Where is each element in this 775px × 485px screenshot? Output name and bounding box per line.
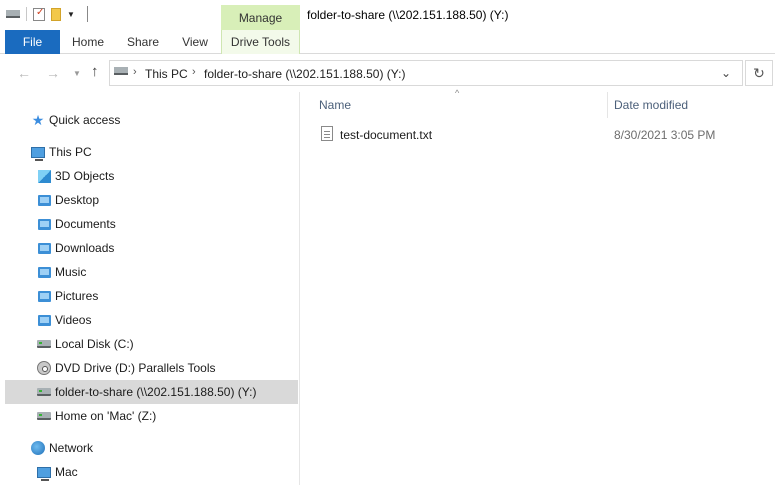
folder-icon <box>36 264 52 280</box>
folder-icon <box>36 192 52 208</box>
folder-icon <box>36 240 52 256</box>
text-file-icon <box>321 126 333 141</box>
computer-icon <box>30 144 46 161</box>
refresh-icon: ↻ <box>753 65 765 81</box>
customize-caret-icon[interactable]: ▼ <box>67 10 75 19</box>
star-icon: ★ <box>31 112 45 128</box>
computer-icon <box>36 464 52 481</box>
column-header-date-modified[interactable]: Date modified <box>614 98 688 112</box>
nav-dvd-drive[interactable]: DVD Drive (D:) Parallels Tools <box>36 356 215 380</box>
ribbon-tabs: File Home Share View Drive Tools <box>0 30 775 54</box>
address-box[interactable]: › This PC › folder-to-share (\\202.151.1… <box>109 60 743 86</box>
nav-label: Downloads <box>55 241 115 255</box>
tab-share[interactable]: Share <box>122 30 164 54</box>
folder-icon <box>36 312 52 328</box>
tab-home[interactable]: Home <box>66 30 110 54</box>
file-list-pane: ^ Name Date modified test-document.txt 8… <box>301 88 775 485</box>
tab-view[interactable]: View <box>176 30 214 54</box>
window-title: folder-to-share (\\202.151.188.50) (Y:) <box>307 8 509 22</box>
hard-drive-icon <box>36 336 52 352</box>
nav-label: Documents <box>55 217 116 231</box>
file-name: test-document.txt <box>340 128 433 142</box>
nav-music[interactable]: Music <box>36 260 86 284</box>
quick-access-toolbar: ✓ ▼ <box>6 6 88 22</box>
nav-quick-access[interactable]: ★ Quick access <box>30 108 121 132</box>
manage-context-tab[interactable]: Manage <box>221 5 300 30</box>
network-drive-icon <box>114 67 128 75</box>
tab-drive-tools[interactable]: Drive Tools <box>221 30 300 54</box>
back-arrow-icon[interactable]: ← <box>17 65 31 81</box>
nav-local-disk[interactable]: Local Disk (C:) <box>36 332 134 356</box>
file-row[interactable]: test-document.txt 8/30/2021 3:05 PM <box>319 126 759 146</box>
nav-label: Desktop <box>55 193 100 207</box>
navigation-pane: ★ Quick access This PC 3D Objects Deskto… <box>0 92 300 485</box>
nav-this-pc[interactable]: This PC <box>30 140 92 164</box>
address-history-chevron-icon[interactable]: ⌄ <box>721 66 731 80</box>
properties-icon[interactable]: ✓ <box>33 7 45 21</box>
toolbar-divider <box>26 7 27 21</box>
sort-up-caret-icon: ^ <box>455 88 460 98</box>
nav-label: DVD Drive (D:) Parallels Tools <box>55 361 216 375</box>
up-arrow-icon[interactable]: ↑ <box>91 63 99 80</box>
toolbar-end-divider <box>86 6 88 22</box>
nav-network-mac[interactable]: Mac <box>36 460 78 484</box>
forward-arrow-icon[interactable]: → <box>46 65 60 81</box>
column-header-name[interactable]: Name <box>319 98 351 112</box>
breadcrumb-current-folder[interactable]: folder-to-share (\\202.151.188.50) (Y:) <box>204 67 405 81</box>
nav-network[interactable]: Network <box>30 436 93 460</box>
nav-label: Network <box>49 441 94 455</box>
nav-label: Pictures <box>55 289 99 303</box>
nav-desktop[interactable]: Desktop <box>36 188 99 212</box>
nav-label: Music <box>55 265 87 279</box>
nav-pictures[interactable]: Pictures <box>36 284 98 308</box>
folder-icon <box>36 288 52 304</box>
refresh-button[interactable]: ↻ <box>745 60 773 86</box>
new-folder-icon[interactable] <box>51 7 61 21</box>
drive-icon[interactable] <box>6 10 20 18</box>
nav-downloads[interactable]: Downloads <box>36 236 114 260</box>
recent-locations-chevron-icon[interactable]: ▼ <box>73 69 81 78</box>
address-bar-row: ← → ▼ ↑ › This PC › folder-to-share (\\2… <box>0 54 775 92</box>
nav-folder-to-share[interactable]: folder-to-share (\\202.151.188.50) (Y:) <box>5 380 298 404</box>
nav-label: Mac <box>55 465 78 479</box>
dvd-drive-icon <box>36 360 52 376</box>
nav-3d-objects[interactable]: 3D Objects <box>36 164 114 188</box>
tab-file[interactable]: File <box>5 30 60 54</box>
nav-documents[interactable]: Documents <box>36 212 116 236</box>
file-date-modified: 8/30/2021 3:05 PM <box>614 128 716 142</box>
nav-label: 3D Objects <box>55 169 115 183</box>
column-divider[interactable] <box>607 92 608 118</box>
network-drive-icon <box>36 384 52 400</box>
title-bar: ✓ ▼ Manage folder-to-share (\\202.151.18… <box>0 0 775 30</box>
network-drive-icon <box>36 408 52 424</box>
cube-icon <box>36 168 52 184</box>
nav-label: Videos <box>55 313 92 327</box>
nav-home-on-mac[interactable]: Home on 'Mac' (Z:) <box>36 404 156 428</box>
nav-label: Quick access <box>49 113 121 127</box>
chevron-right-icon[interactable]: › <box>133 66 137 78</box>
nav-label: folder-to-share (\\202.151.188.50) (Y:) <box>55 385 257 399</box>
network-globe-icon <box>30 440 46 456</box>
chevron-right-icon[interactable]: › <box>192 66 196 78</box>
nav-videos[interactable]: Videos <box>36 308 91 332</box>
nav-label: This PC <box>49 145 92 159</box>
folder-icon <box>36 216 52 232</box>
nav-label: Local Disk (C:) <box>55 337 134 351</box>
nav-label: Home on 'Mac' (Z:) <box>55 409 157 423</box>
breadcrumb-this-pc[interactable]: This PC <box>145 67 188 81</box>
